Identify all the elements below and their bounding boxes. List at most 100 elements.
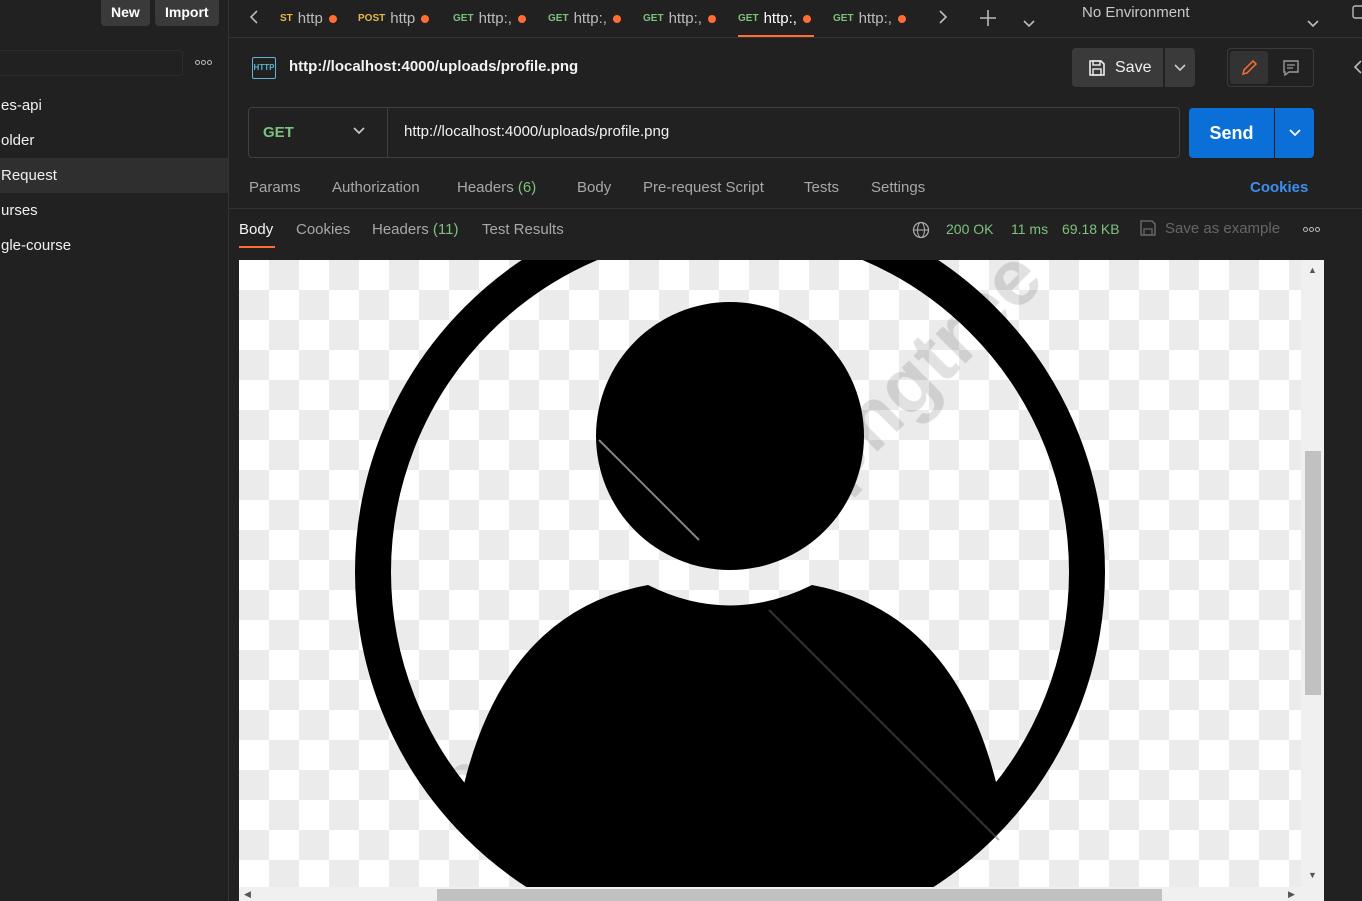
http-request-icon: HTTP [252,57,276,79]
tab-params[interactable]: Params [249,179,301,196]
comments-button[interactable] [1272,51,1310,84]
globe-icon[interactable] [912,221,930,242]
unsaved-dot-icon [328,14,337,23]
unsaved-dot-icon [707,14,716,23]
tab-authorization[interactable]: Authorization [332,179,420,196]
response-headers-label: Headers [372,221,429,238]
tab-method: GET [738,13,759,24]
request-tab-active[interactable]: GET http:, [738,0,814,37]
user-profile-icon: pngtree pngtree [355,260,1105,901]
edit-mode-button[interactable] [1230,51,1268,84]
tab-settings[interactable]: Settings [871,179,925,196]
tab-label: http [297,10,323,27]
cookies-link[interactable]: Cookies [1250,179,1308,196]
scroll-down-arrow-icon[interactable]: ▼ [1308,870,1317,880]
tab-label: http:, [668,10,702,27]
response-tab-headers[interactable]: Headers (11) [372,221,458,238]
tab-method: POST [358,13,386,24]
response-tab-test-results[interactable]: Test Results [482,221,564,238]
request-tab[interactable]: GET http:, [833,0,909,37]
chevron-down-icon [1174,63,1186,71]
tab-method: GET [833,13,854,24]
unsaved-dot-icon [802,14,811,23]
scrollbar-corner [1301,887,1324,901]
method-label: GET [263,124,294,141]
tab-pre-request-script[interactable]: Pre-request Script [643,179,764,196]
save-icon [1089,59,1105,76]
environment-chevron-down-icon[interactable] [1307,13,1319,31]
response-tab-cookies[interactable]: Cookies [296,221,350,238]
response-headers-count: (11) [432,221,459,238]
save-example-icon [1139,219,1157,240]
status-code[interactable]: 200 OK [946,221,993,237]
response-divider [229,208,1362,209]
save-label: Save [1115,58,1152,76]
environment-selector[interactable]: No Environment [1082,4,1190,21]
horizontal-scroll-thumb[interactable] [437,889,1162,901]
pencil-icon [1241,59,1258,75]
sidebar-item-active[interactable]: Request [0,158,228,193]
tab-method: ST [280,13,293,24]
sidebar: New Import es-api older Request urses gl… [0,0,229,901]
sidebar-item[interactable]: gle-course [0,228,228,263]
sidebar-item[interactable]: es-api [0,88,228,123]
request-tab[interactable]: GET http:, [453,0,529,37]
tab-body[interactable]: Body [577,179,611,196]
comment-icon [1283,59,1299,76]
scroll-up-arrow-icon[interactable]: ▲ [1308,265,1317,275]
tab-tests[interactable]: Tests [804,179,839,196]
response-tab-body[interactable]: Body [239,221,273,238]
url-input[interactable] [404,123,1164,140]
unsaved-dot-icon [612,14,621,23]
method-selector[interactable]: GET [249,108,388,157]
chevron-down-icon [353,127,365,135]
right-panel-chevron-left-icon[interactable] [1353,59,1362,77]
request-tab-bar: ST http POST http GET http:, GET http:, … [229,0,1362,38]
more-options-icon[interactable] [195,60,215,66]
sidebar-item[interactable]: older [0,123,228,158]
environment-quick-look-icon[interactable] [1352,4,1362,23]
new-tab-plus-icon[interactable] [979,9,997,30]
scroll-right-arrow-icon[interactable]: ▶ [1288,889,1295,900]
tab-headers-label: Headers [457,179,514,196]
request-title[interactable]: http://localhost:4000/uploads/profile.pn… [289,58,578,75]
request-tab[interactable]: ST http [280,0,340,37]
tab-method: GET [548,13,569,24]
tab-list-chevron-down-icon[interactable] [1023,13,1035,31]
new-button[interactable]: New [101,0,150,26]
unsaved-dot-icon [421,14,430,23]
active-tab-indicator [239,246,275,248]
save-button[interactable]: Save [1072,48,1163,87]
tab-method: GET [643,13,664,24]
unsaved-dot-icon [517,14,526,23]
tab-headers[interactable]: Headers (6) [457,179,536,196]
tab-label: http:, [763,10,797,27]
image-preview: pngtree pngtree [239,260,1324,901]
url-bar: GET [248,107,1180,158]
scroll-tabs-left-icon[interactable] [249,9,259,28]
save-options-button[interactable] [1165,48,1195,87]
vertical-scroll-thumb[interactable] [1305,451,1321,695]
response-more-options-icon[interactable] [1303,227,1323,233]
import-button[interactable]: Import [155,0,219,26]
scroll-tabs-right-icon[interactable] [938,9,948,28]
tab-method: GET [453,13,474,24]
tab-headers-count: (6) [517,179,537,196]
send-options-button[interactable] [1275,108,1314,158]
save-as-example-button[interactable]: Save as example [1165,220,1280,237]
tab-label: http:, [573,10,607,27]
sidebar-item[interactable]: urses [0,193,228,228]
sidebar-search-input[interactable] [0,50,183,76]
response-size[interactable]: 69.18 KB [1062,221,1120,237]
unsaved-dot-icon [897,14,906,23]
send-button[interactable]: Send [1189,108,1274,158]
scroll-left-arrow-icon[interactable]: ◀ [244,889,251,900]
request-tab[interactable]: GET http:, [643,0,719,37]
request-tab[interactable]: GET http:, [548,0,624,37]
tab-label: http:, [478,10,512,27]
tab-label: http [390,10,416,27]
response-time[interactable]: 11 ms [1011,221,1048,237]
request-tab[interactable]: POST http [358,0,434,37]
tab-label: http:, [858,10,892,27]
chevron-down-icon [1288,129,1301,137]
